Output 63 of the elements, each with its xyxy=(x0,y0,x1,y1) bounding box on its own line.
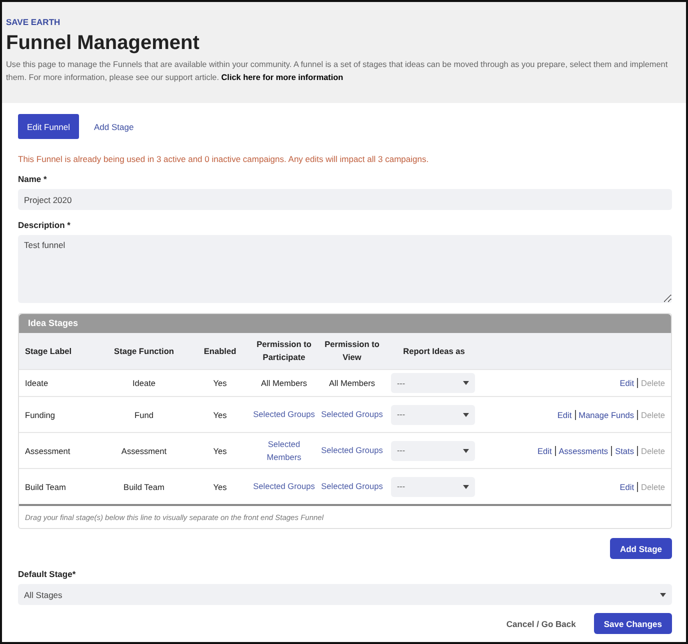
table-cell: Assessment xyxy=(98,432,190,468)
action-link: Delete xyxy=(641,446,665,456)
warning-message: This Funnel is already being used in 3 active and 0 inactive campaigns. Any edits will impact all 3 campaigns. xyxy=(18,154,430,164)
action-link[interactable]: Stats xyxy=(615,446,634,456)
report-dropdown[interactable]: --- xyxy=(391,404,475,424)
tab[interactable]: Edit Funnel xyxy=(18,114,79,139)
intro-text: Use this page to manage the Funnels that are available within your community. A funnel is a set of stages that ideas can be moved through as you prepare, select them and implement them. For more information, please see our support article. Click here for more information xyxy=(6,59,669,84)
table-cell: Assessment xyxy=(19,432,98,468)
action-link: Delete xyxy=(641,410,665,420)
report-dropdown[interactable]: --- xyxy=(391,476,475,496)
column-header: Report Ideas as xyxy=(386,333,482,370)
caret-icon xyxy=(463,412,469,416)
column-header: Permission to View xyxy=(318,333,386,370)
action-link: Delete xyxy=(641,378,665,388)
table-cell: Ideate xyxy=(98,370,190,396)
action-link[interactable]: Edit xyxy=(537,446,552,456)
caret-icon xyxy=(463,381,469,385)
caret-icon xyxy=(660,592,666,596)
table-cell: Build Team xyxy=(98,468,190,505)
table-cell: Yes xyxy=(190,468,250,505)
add-stage-button[interactable]: Add Stage xyxy=(610,538,672,559)
permission-link[interactable]: Selected Groups xyxy=(321,444,383,457)
table-cell: Funding xyxy=(19,396,98,432)
name-field[interactable]: Project 2020 xyxy=(18,189,672,210)
permission-text: All Members xyxy=(260,378,308,388)
table-cell: Fund xyxy=(98,396,190,432)
permission-link[interactable]: Selected Members xyxy=(253,438,315,464)
table-cell: Yes xyxy=(190,396,250,432)
section-header: Idea Stages xyxy=(19,314,671,333)
field-label: Name * xyxy=(18,174,47,184)
description-field[interactable]: Test funnel xyxy=(18,235,672,303)
save-button[interactable]: Save Changes xyxy=(594,613,672,634)
action-link[interactable]: Manage Funds xyxy=(578,410,634,420)
action-link[interactable]: Assessments xyxy=(558,446,608,456)
permission-link[interactable]: Selected Groups xyxy=(321,480,383,493)
field-label: Default Stage* xyxy=(18,569,76,579)
permission-link[interactable]: Selected Groups xyxy=(253,408,315,421)
table-cell: Ideate xyxy=(19,370,98,396)
permission-text: All Members xyxy=(328,378,376,388)
cancel-button[interactable]: Cancel / Go Back xyxy=(500,618,582,630)
column-header: Stage Label xyxy=(19,333,98,370)
info-link[interactable]: Click here for more information xyxy=(221,73,344,82)
table-cell: Build Team xyxy=(19,468,98,505)
caret-icon xyxy=(463,484,469,488)
report-dropdown[interactable]: --- xyxy=(391,440,475,460)
permission-link[interactable]: Selected Groups xyxy=(253,480,315,493)
community-name: SAVE EARTH xyxy=(6,17,60,27)
caret-icon xyxy=(463,448,469,452)
tab[interactable]: Add Stage xyxy=(85,114,143,139)
action-link[interactable]: Edit xyxy=(557,410,572,420)
permission-link[interactable]: Selected Groups xyxy=(321,408,383,421)
action-link: Delete xyxy=(641,482,665,492)
column-header: Stage Function xyxy=(98,333,190,370)
column-header: Permission to Participate xyxy=(250,333,318,370)
action-link[interactable]: Edit xyxy=(620,378,634,388)
page-title: Funnel Management xyxy=(6,31,200,55)
table-cell: Yes xyxy=(190,370,250,396)
report-dropdown[interactable]: --- xyxy=(391,373,475,393)
field-label: Description * xyxy=(18,220,70,230)
default-stage-dropdown[interactable]: All Stages xyxy=(18,584,672,605)
action-link[interactable]: Edit xyxy=(620,482,634,492)
table-cell: Yes xyxy=(190,432,250,468)
column-header: Enabled xyxy=(190,333,250,370)
